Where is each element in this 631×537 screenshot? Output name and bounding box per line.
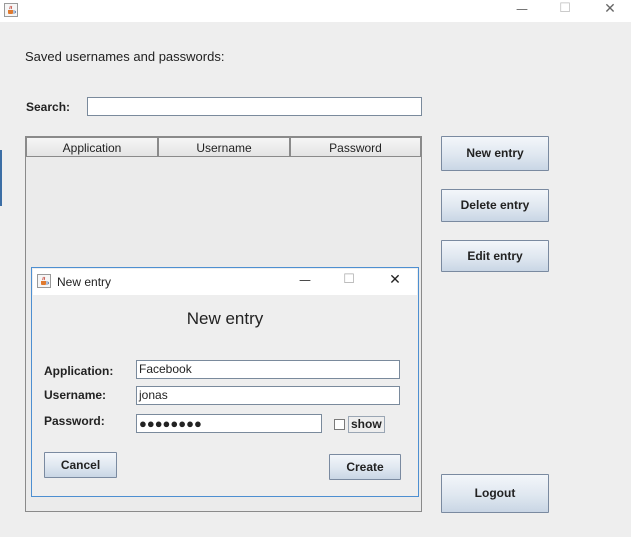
application-label: Application:	[44, 364, 114, 378]
username-input-value: jonas	[139, 388, 168, 402]
maximize-icon[interactable]: ☐	[555, 1, 575, 16]
minimize-icon[interactable]: —	[512, 2, 532, 16]
edit-entry-button[interactable]: Edit entry	[441, 240, 549, 272]
password-input-value: ●●●●●●●●	[139, 416, 202, 431]
password-input[interactable]: ●●●●●●●●	[136, 414, 322, 433]
window-edge	[0, 150, 2, 206]
java-cup-icon	[37, 274, 51, 288]
dialog-maximize-icon[interactable]: ☐	[339, 272, 359, 287]
delete-entry-button[interactable]: Delete entry	[441, 189, 549, 222]
show-password-checkbox[interactable]	[334, 419, 345, 430]
search-input-value	[88, 99, 90, 113]
new-entry-button[interactable]: New entry	[441, 136, 549, 171]
main-title-bar	[0, 0, 631, 22]
logout-button[interactable]: Logout	[441, 474, 549, 513]
cancel-button[interactable]: Cancel	[44, 452, 117, 478]
password-label: Password:	[44, 414, 105, 428]
create-button[interactable]: Create	[329, 454, 401, 480]
dialog-heading: New entry	[186, 309, 264, 328]
application-input[interactable]: Facebook	[136, 360, 400, 379]
dialog-title: New entry	[57, 275, 112, 289]
dialog-minimize-icon[interactable]: —	[295, 273, 315, 287]
search-input[interactable]	[87, 97, 422, 116]
username-label: Username:	[44, 388, 107, 402]
dialog-close-icon[interactable]: ✕	[385, 272, 405, 288]
username-input[interactable]: jonas	[136, 386, 400, 405]
column-header-application[interactable]: Application	[26, 137, 158, 157]
close-icon[interactable]: ✕	[600, 1, 620, 17]
search-label: Search:	[26, 100, 71, 114]
page-title: Saved usernames and passwords:	[25, 49, 225, 64]
column-header-username[interactable]: Username	[158, 137, 290, 157]
java-cup-icon	[4, 3, 18, 17]
show-password-label[interactable]: show	[348, 416, 385, 433]
column-header-password[interactable]: Password	[290, 137, 421, 157]
application-input-value: Facebook	[139, 362, 192, 376]
new-entry-dialog: New entry — ☐ ✕ New entry Application: F…	[31, 267, 419, 497]
